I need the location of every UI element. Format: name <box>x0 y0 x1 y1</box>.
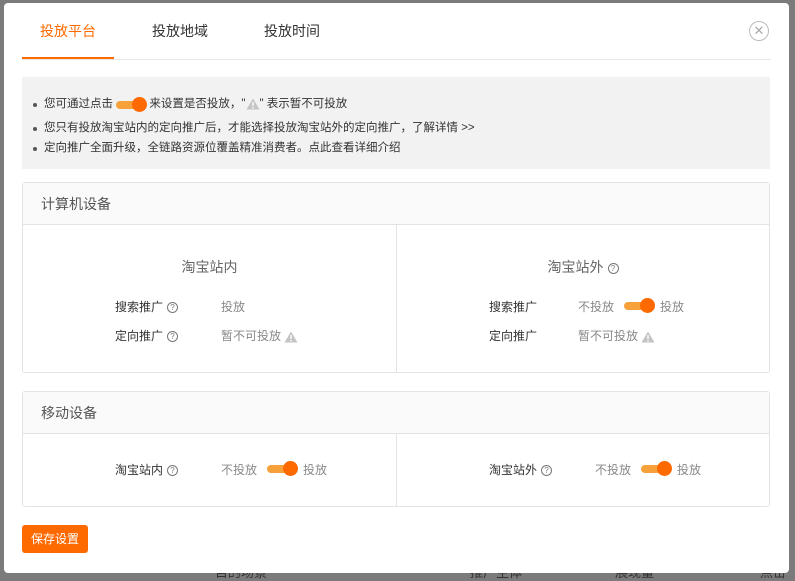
column-title: 淘宝站内 <box>181 259 238 275</box>
sample-toggle-icon <box>116 96 148 112</box>
help-icon[interactable]: ? <box>607 262 619 274</box>
help-icon[interactable]: ? <box>167 302 179 314</box>
on-label: 投放 <box>677 463 702 477</box>
notice-text: 您可通过点击 <box>44 98 113 110</box>
notice-item: 您只有投放淘宝站内的定向推广后，才能选择投放淘宝站外的定向推广，了解详情 >> <box>30 118 770 138</box>
row-value: 暂不可投放 <box>578 327 655 344</box>
column-title: 淘宝站外? <box>397 257 769 277</box>
mobile-outside-toggle[interactable] <box>641 461 672 476</box>
save-settings-button[interactable]: 保存设置 <box>22 525 88 553</box>
row-label: 淘宝站外 <box>489 463 538 477</box>
row-label: 淘宝站内 <box>115 463 164 477</box>
help-icon[interactable]: ? <box>167 465 179 477</box>
computer-device-panel: 计算机设备 淘宝站内 搜索推广? 投放 定向推广? 暂不可投放 淘宝站外? 搜索… <box>22 182 770 373</box>
row-label: 搜索推广 <box>489 300 538 314</box>
on-label: 投放 <box>303 463 328 477</box>
targeted-promo-row: 定向推广? 暂不可投放 <box>115 327 298 344</box>
mobile-outside-column: 淘宝站外? 不投放 投放 <box>396 434 769 507</box>
mobile-inside-toggle[interactable] <box>267 461 298 476</box>
row-value: 暂不可投放 <box>221 327 298 344</box>
off-label: 不投放 <box>221 463 258 477</box>
panel-title: 移动设备 <box>23 392 769 434</box>
tab-bar: 投放平台 投放地域 投放时间 <box>22 3 358 59</box>
warning-icon <box>284 331 298 343</box>
notice-item: 定向推广全面升级，全链路资源位覆盖精准消费者。点此查看详细介绍 <box>30 138 770 158</box>
help-icon[interactable]: ? <box>541 465 553 477</box>
mobile-outside-row: 淘宝站外? 不投放 投放 <box>489 461 701 478</box>
notice-text: 来设置是否投放，" <box>149 98 246 110</box>
help-icon[interactable]: ? <box>167 331 179 343</box>
computer-inside-column: 淘宝站内 搜索推广? 投放 定向推广? 暂不可投放 <box>23 225 396 373</box>
learn-more-link[interactable]: 了解详情 >> <box>412 122 475 134</box>
search-promo-toggle[interactable] <box>624 298 655 313</box>
mobile-inside-row: 淘宝站内? 不投放 投放 <box>115 461 327 478</box>
mobile-inside-column: 淘宝站内? 不投放 投放 <box>23 434 396 507</box>
notice-text: 您只有投放淘宝站内的定向推广后，才能选择投放淘宝站外的定向推广， <box>44 122 412 134</box>
upgrade-info-link[interactable]: 定向推广全面升级，全链路资源位覆盖精准消费者。点此查看详细介绍 <box>44 142 401 154</box>
settings-dialog: 投放平台 投放地域 投放时间 ✕ 您可通过点击 来设置是否投放，" " 表示暂不可… <box>4 3 789 573</box>
warning-icon <box>246 98 260 110</box>
notice-item: 您可通过点击 来设置是否投放，" " 表示暂不可投放 <box>30 94 770 114</box>
search-promo-row: 搜索推广 不投放 投放 <box>489 298 684 315</box>
notice-box: 您可通过点击 来设置是否投放，" " 表示暂不可投放 您只有投放淘宝站内的定向推广… <box>22 77 770 169</box>
row-label: 定向推广 <box>489 329 538 343</box>
warning-icon <box>641 331 655 343</box>
close-icon[interactable]: ✕ <box>749 21 769 41</box>
search-promo-row: 搜索推广? 投放 <box>115 298 245 315</box>
row-label: 搜索推广 <box>115 300 164 314</box>
tab-divider <box>22 59 771 60</box>
notice-text: " 表示暂不可投放 <box>259 98 348 110</box>
row-value: 投放 <box>221 300 246 314</box>
tab-region[interactable]: 投放地域 <box>134 3 226 59</box>
panel-title: 计算机设备 <box>23 183 769 225</box>
targeted-promo-row: 定向推广 暂不可投放 <box>489 327 655 344</box>
tab-platform[interactable]: 投放平台 <box>22 3 114 59</box>
off-label: 不投放 <box>595 463 632 477</box>
computer-outside-column: 淘宝站外? 搜索推广 不投放 投放 定向推广 暂不可投放 <box>396 225 769 373</box>
off-label: 不投放 <box>578 300 615 314</box>
tab-time[interactable]: 投放时间 <box>246 3 338 59</box>
mobile-device-panel: 移动设备 淘宝站内? 不投放 投放 淘宝站外? 不投放 投放 <box>22 391 770 507</box>
on-label: 投放 <box>660 300 685 314</box>
row-label: 定向推广 <box>115 329 164 343</box>
